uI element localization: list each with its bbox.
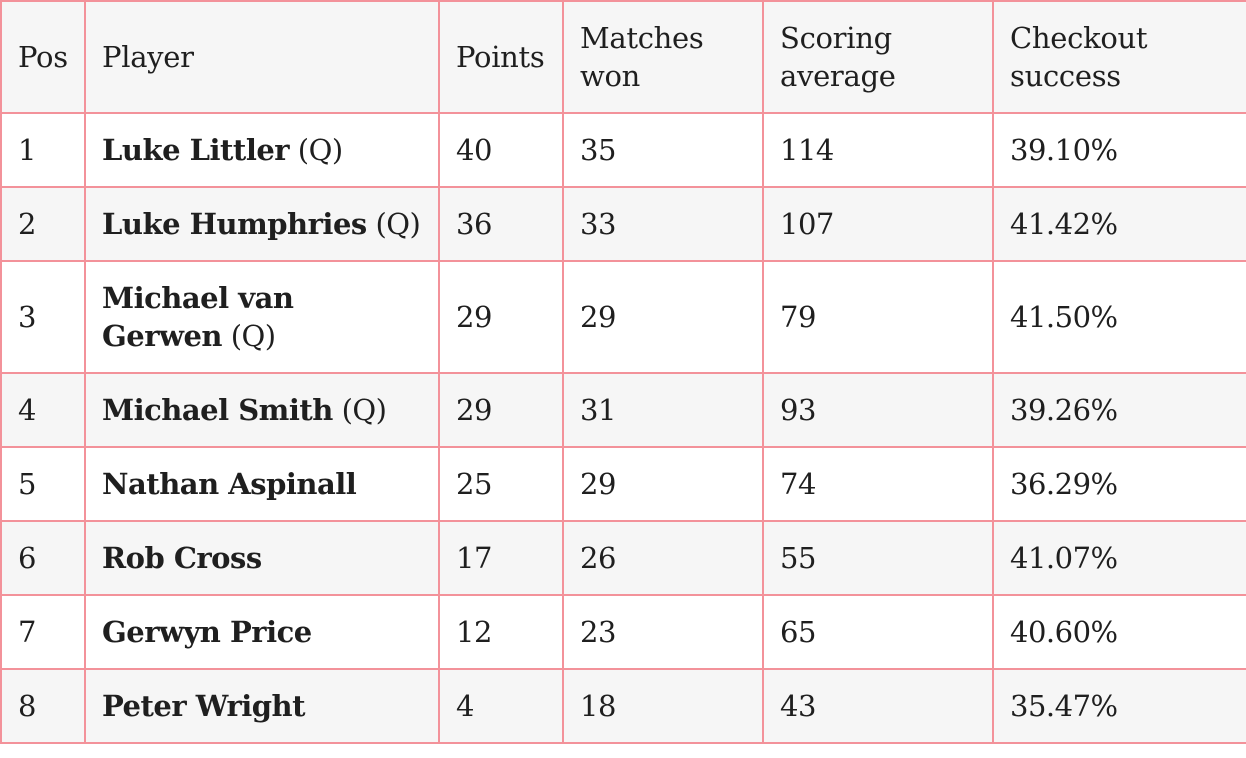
qualified-marker: (Q): [230, 319, 276, 353]
cell-scoring-average: 55: [762, 520, 994, 596]
cell-pos: 4: [0, 372, 86, 448]
cell-player: Luke Littler (Q): [84, 112, 440, 188]
qualified-marker: (Q): [375, 207, 421, 241]
cell-scoring-average: 43: [762, 668, 994, 744]
cell-matches-won: 29: [562, 446, 764, 522]
cell-pos: 3: [0, 260, 86, 374]
cell-points: 40: [438, 112, 564, 188]
cell-player: Rob Cross: [84, 520, 440, 596]
cell-matches-won: 31: [562, 372, 764, 448]
cell-scoring-average: 74: [762, 446, 994, 522]
header-matches-won: Matches won: [562, 0, 764, 114]
cell-points: 25: [438, 446, 564, 522]
cell-pos: 7: [0, 594, 86, 670]
cell-pos: 5: [0, 446, 86, 522]
qualified-marker: (Q): [297, 133, 343, 167]
header-player: Player: [84, 0, 440, 114]
cell-points: 12: [438, 594, 564, 670]
cell-matches-won: 29: [562, 260, 764, 374]
player-name: Luke Littler: [102, 133, 290, 167]
cell-checkout-success: 41.42%: [992, 186, 1246, 262]
table-body: 1 Luke Littler (Q) 40 35 114 39.10% 2 Luke Hump…: [0, 112, 1246, 744]
cell-pos: 8: [0, 668, 86, 744]
table-row: 8 Peter Wright 4 18 43 35.47%: [0, 668, 1246, 744]
player-name: Peter Wright: [102, 689, 306, 723]
player-name: Michael Smith: [102, 393, 333, 427]
header-row: Pos Player Points Matches won Scoring av…: [0, 0, 1246, 114]
player-name: Rob Cross: [102, 541, 262, 575]
cell-checkout-success: 41.07%: [992, 520, 1246, 596]
player-name: Luke Humphries: [102, 207, 367, 241]
cell-points: 36: [438, 186, 564, 262]
cell-matches-won: 23: [562, 594, 764, 670]
cell-checkout-success: 35.47%: [992, 668, 1246, 744]
cell-scoring-average: 114: [762, 112, 994, 188]
table-row: 5 Nathan Aspinall 25 29 74 36.29%: [0, 446, 1246, 522]
cell-scoring-average: 79: [762, 260, 994, 374]
cell-scoring-average: 107: [762, 186, 994, 262]
cell-points: 29: [438, 260, 564, 374]
player-name: Nathan Aspinall: [102, 467, 357, 501]
table-row: 1 Luke Littler (Q) 40 35 114 39.10%: [0, 112, 1246, 188]
cell-points: 29: [438, 372, 564, 448]
table-row: 6 Rob Cross 17 26 55 41.07%: [0, 520, 1246, 596]
cell-checkout-success: 36.29%: [992, 446, 1246, 522]
cell-pos: 6: [0, 520, 86, 596]
cell-player: Nathan Aspinall: [84, 446, 440, 522]
cell-matches-won: 18: [562, 668, 764, 744]
table-row: 4 Michael Smith (Q) 29 31 93 39.26%: [0, 372, 1246, 448]
table-row: 3 Michael van Gerwen (Q) 29 29 79 41.50%: [0, 260, 1246, 374]
header-scoring-average: Scoring average: [762, 0, 994, 114]
header-pos: Pos: [0, 0, 86, 114]
player-name: Gerwyn Price: [102, 615, 312, 649]
cell-pos: 1: [0, 112, 86, 188]
cell-checkout-success: 40.60%: [992, 594, 1246, 670]
cell-player: Michael van Gerwen (Q): [84, 260, 440, 374]
header-checkout-success: Checkout success: [992, 0, 1246, 114]
cell-checkout-success: 39.10%: [992, 112, 1246, 188]
qualified-marker: (Q): [341, 393, 387, 427]
cell-checkout-success: 39.26%: [992, 372, 1246, 448]
cell-checkout-success: 41.50%: [992, 260, 1246, 374]
cell-player: Luke Humphries (Q): [84, 186, 440, 262]
cell-player: Gerwyn Price: [84, 594, 440, 670]
cell-points: 17: [438, 520, 564, 596]
standings-table: Pos Player Points Matches won Scoring av…: [0, 0, 1246, 744]
cell-player: Peter Wright: [84, 668, 440, 744]
cell-matches-won: 26: [562, 520, 764, 596]
table-row: 7 Gerwyn Price 12 23 65 40.60%: [0, 594, 1246, 670]
table-header: Pos Player Points Matches won Scoring av…: [0, 0, 1246, 114]
cell-scoring-average: 65: [762, 594, 994, 670]
cell-matches-won: 35: [562, 112, 764, 188]
header-points: Points: [438, 0, 564, 114]
cell-pos: 2: [0, 186, 86, 262]
cell-points: 4: [438, 668, 564, 744]
cell-player: Michael Smith (Q): [84, 372, 440, 448]
cell-matches-won: 33: [562, 186, 764, 262]
cell-scoring-average: 93: [762, 372, 994, 448]
table-row: 2 Luke Humphries (Q) 36 33 107 41.42%: [0, 186, 1246, 262]
